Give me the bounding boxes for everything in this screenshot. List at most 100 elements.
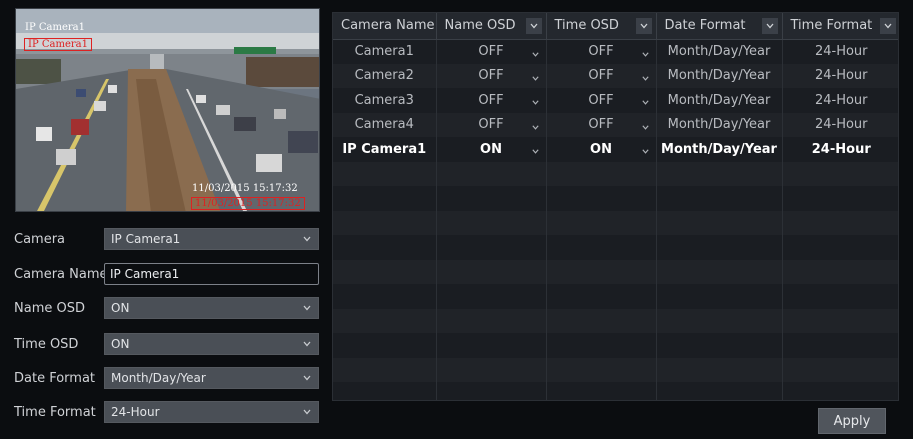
table-cell xyxy=(546,259,657,284)
table-cell[interactable]: OFF xyxy=(436,39,547,64)
table-cell: IP Camera1 xyxy=(333,137,437,162)
chevron-down-icon[interactable] xyxy=(761,18,778,34)
table-cell[interactable]: OFF xyxy=(546,63,657,88)
table-cell: 24-Hour xyxy=(782,88,898,113)
table-cell: Camera1 xyxy=(333,39,437,64)
table-cell xyxy=(333,382,437,400)
table-cell-value: OFF xyxy=(478,92,504,108)
table-cell xyxy=(436,284,547,309)
chevron-down-icon xyxy=(303,305,311,311)
table-cell-value: OFF xyxy=(478,44,504,59)
osd-name-highlight[interactable]: IP Camera1 xyxy=(24,38,92,51)
header-time-osd[interactable]: Time OSD xyxy=(546,13,657,40)
header-name-osd[interactable]: Name OSD xyxy=(436,13,547,40)
chevron-down-icon[interactable] xyxy=(641,145,650,154)
chevron-down-icon[interactable] xyxy=(641,96,650,105)
table-cell: 24-Hour xyxy=(782,112,898,137)
table-row[interactable]: IP Camera1 ON ON Month/Day/Year 24-Hour xyxy=(333,137,898,162)
table-cell: Camera4 xyxy=(333,112,437,137)
camera-select[interactable]: IP Camera1 xyxy=(104,228,319,250)
camera-preview: IP Camera1 IP Camera1 11/03/2015 15:17:3… xyxy=(15,8,320,212)
table-cell xyxy=(436,308,547,333)
table-cell xyxy=(656,161,783,186)
chevron-down-icon[interactable] xyxy=(531,48,540,57)
header-date-format-label: Date Format xyxy=(664,18,746,34)
table-cell: 24-Hour xyxy=(782,137,898,162)
time-osd-select[interactable]: ON xyxy=(104,333,319,355)
time-format-select[interactable]: 24-Hour xyxy=(104,401,319,423)
table-cell xyxy=(546,186,657,211)
osd-time-highlight[interactable]: 11/03/2015 15:17:32 xyxy=(191,197,305,210)
name-osd-select[interactable]: ON xyxy=(104,297,319,319)
chevron-down-icon[interactable] xyxy=(525,18,542,34)
header-camera-name: Camera Name xyxy=(333,13,437,40)
table-cell: Camera3 xyxy=(333,88,437,113)
table-cell[interactable]: OFF xyxy=(436,88,547,113)
table-row[interactable]: Camera3 OFF OFF Month/Day/Year 24-Hour xyxy=(333,88,898,113)
table-cell xyxy=(436,161,547,186)
table-cell[interactable]: OFF xyxy=(436,63,547,88)
table-cell-value: Month/Day/Year xyxy=(667,92,771,108)
header-time-format-label: Time Format xyxy=(790,18,873,34)
table-cell xyxy=(656,357,783,382)
table-cell xyxy=(782,284,898,309)
table-cell-value: Camera2 xyxy=(354,68,414,84)
chevron-down-icon[interactable] xyxy=(635,18,652,34)
apply-button[interactable]: Apply xyxy=(818,408,886,434)
chevron-down-icon[interactable] xyxy=(880,18,896,34)
chevron-down-icon[interactable] xyxy=(641,121,650,130)
table-cell[interactable]: ON xyxy=(436,137,547,162)
table-cell-value: OFF xyxy=(478,68,504,84)
table-cell-value: 24-Hour xyxy=(814,117,868,133)
name-osd-row: Name OSD ON xyxy=(14,296,320,320)
table-cell xyxy=(546,357,657,382)
table-cell[interactable]: ON xyxy=(546,137,657,162)
table-cell: Month/Day/Year xyxy=(656,88,783,113)
header-time-osd-label: Time OSD xyxy=(554,18,619,34)
table-cell xyxy=(436,333,547,358)
date-format-row: Date Format Month/Day/Year xyxy=(14,366,320,390)
chevron-down-icon[interactable] xyxy=(641,48,650,57)
table-header-row: Camera Name Name OSD Time OSD Date Forma… xyxy=(333,13,898,40)
table-cell xyxy=(656,284,783,309)
table-cell xyxy=(656,382,783,400)
header-name-osd-label: Name OSD xyxy=(444,18,516,34)
table-cell-value: Month/Day/Year xyxy=(667,44,771,59)
table-cell xyxy=(782,357,898,382)
table-cell-value: Camera1 xyxy=(354,44,414,59)
table-cell: 24-Hour xyxy=(782,63,898,88)
table-cell xyxy=(656,235,783,260)
header-date-format[interactable]: Date Format xyxy=(656,13,783,40)
table-row[interactable]: Camera4 OFF OFF Month/Day/Year 24-Hour xyxy=(333,112,898,137)
table-cell[interactable]: OFF xyxy=(436,112,547,137)
chevron-down-icon[interactable] xyxy=(641,72,650,81)
date-format-label: Date Format xyxy=(14,370,96,386)
table-row[interactable]: Camera1 OFF OFF Month/Day/Year 24-Hour xyxy=(333,39,898,64)
table-cell-value: ON xyxy=(590,141,612,157)
header-time-format[interactable]: Time Format xyxy=(782,13,898,40)
name-osd-select-value: ON xyxy=(111,301,130,315)
chevron-down-icon[interactable] xyxy=(531,72,540,81)
chevron-down-icon[interactable] xyxy=(531,121,540,130)
camera-row: Camera IP Camera1 xyxy=(14,227,320,251)
table-row[interactable]: Camera2 OFF OFF Month/Day/Year 24-Hour xyxy=(333,63,898,88)
table-cell xyxy=(782,210,898,235)
table-cell xyxy=(782,259,898,284)
chevron-down-icon xyxy=(303,236,311,242)
date-format-select[interactable]: Month/Day/Year xyxy=(104,367,319,389)
osd-time-text[interactable]: 11/03/2015 15:17:32 xyxy=(192,183,298,194)
table-row xyxy=(333,308,898,333)
chevron-down-icon[interactable] xyxy=(531,145,540,154)
table-cell[interactable]: OFF xyxy=(546,88,657,113)
table-cell-value: Month/Day/Year xyxy=(667,68,771,84)
table-cell[interactable]: OFF xyxy=(546,112,657,137)
table-cell[interactable]: OFF xyxy=(546,39,657,64)
chevron-down-icon[interactable] xyxy=(531,96,540,105)
table-cell: 24-Hour xyxy=(782,39,898,64)
camera-name-field[interactable] xyxy=(104,263,319,285)
table-cell xyxy=(333,210,437,235)
name-osd-label: Name OSD xyxy=(14,300,85,316)
table-cell xyxy=(782,186,898,211)
osd-name-text[interactable]: IP Camera1 xyxy=(25,22,85,33)
table-row xyxy=(333,259,898,284)
